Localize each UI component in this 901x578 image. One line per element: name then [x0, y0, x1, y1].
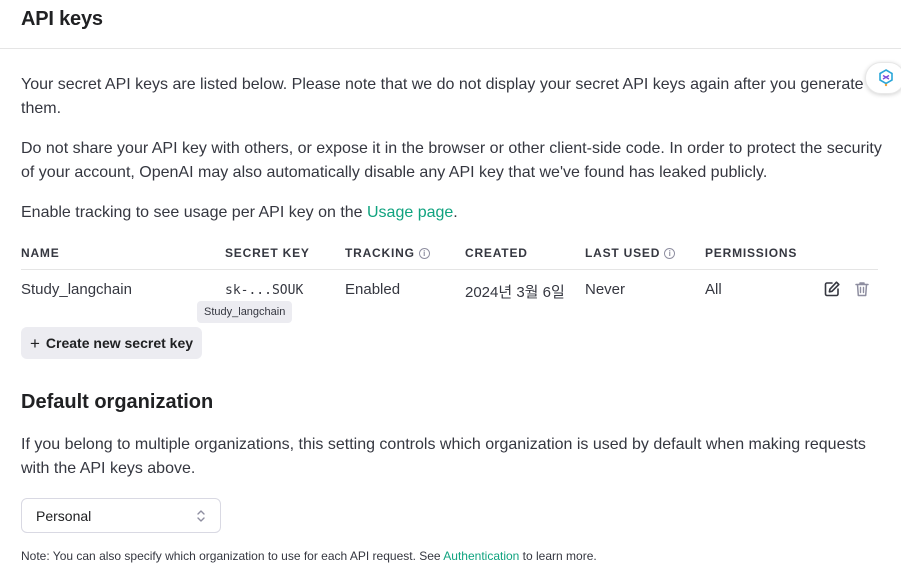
- key-secret: sk-...SOUK: [225, 283, 304, 298]
- keys-table-header: NAME SECRET KEY TRACKING i CREATED LAST U…: [21, 246, 878, 270]
- column-permissions-label: PERMISSIONS: [705, 246, 798, 260]
- intro-paragraph-1: Your secret API keys are listed below. P…: [21, 76, 864, 117]
- key-permissions: All: [705, 281, 722, 298]
- table-row: Study_langchain sk-...SOUK Enabled 2024년…: [21, 270, 878, 310]
- edit-icon[interactable]: [823, 280, 841, 298]
- info-icon[interactable]: i: [418, 247, 430, 259]
- column-tracking-label: TRACKING: [345, 246, 415, 260]
- create-secret-key-label: Create new secret key: [45, 335, 194, 351]
- column-name-label: NAME: [21, 246, 60, 260]
- usage-page-link[interactable]: Usage page: [367, 204, 453, 221]
- note-suffix: to learn more.: [519, 549, 597, 563]
- organization-select-value: Personal: [36, 508, 92, 524]
- key-last-used: Never: [585, 281, 626, 298]
- column-tracking: TRACKING i: [345, 246, 430, 260]
- plus-icon: +: [29, 333, 40, 353]
- note-prefix: Note: You can also specify which organiz…: [21, 549, 444, 563]
- column-permissions: PERMISSIONS: [705, 246, 797, 260]
- column-last-used-label: LAST USED: [585, 246, 661, 260]
- footer-note: Note: You can also specify which organiz…: [21, 549, 597, 563]
- default-org-title: Default organization: [21, 391, 214, 413]
- page-title: API keys: [21, 8, 103, 30]
- key-name-tooltip: Study_langchain: [197, 301, 293, 323]
- key-created: 2024년 3월 6일: [465, 284, 565, 301]
- column-created: CREATED: [465, 246, 528, 260]
- page-header: API keys: [0, 0, 901, 49]
- column-name: NAME: [21, 246, 60, 260]
- chevron-updown-icon: [197, 510, 205, 522]
- key-tracking: Enabled: [345, 281, 401, 298]
- usage-text-suffix: .: [453, 204, 458, 221]
- default-org-description: If you belong to multiple organizations,…: [21, 436, 866, 477]
- intro-paragraph-2: Do not share your API key with others, o…: [21, 140, 882, 181]
- column-secret-key-label: SECRET KEY: [225, 246, 310, 260]
- intro-paragraph-3: Enable tracking to see usage per API key…: [21, 201, 891, 225]
- usage-text-prefix: Enable tracking to see usage per API key…: [21, 204, 367, 221]
- column-secret-key: SECRET KEY: [225, 246, 310, 260]
- trash-icon[interactable]: [853, 280, 871, 298]
- column-created-label: CREATED: [465, 246, 528, 260]
- organization-select[interactable]: Personal: [21, 498, 221, 533]
- create-secret-key-button[interactable]: + Create new secret key: [21, 327, 202, 359]
- column-last-used: LAST USED i: [585, 246, 676, 260]
- key-name: Study_langchain: [21, 281, 132, 298]
- authentication-link[interactable]: Authentication: [443, 549, 519, 563]
- info-icon[interactable]: i: [664, 247, 676, 259]
